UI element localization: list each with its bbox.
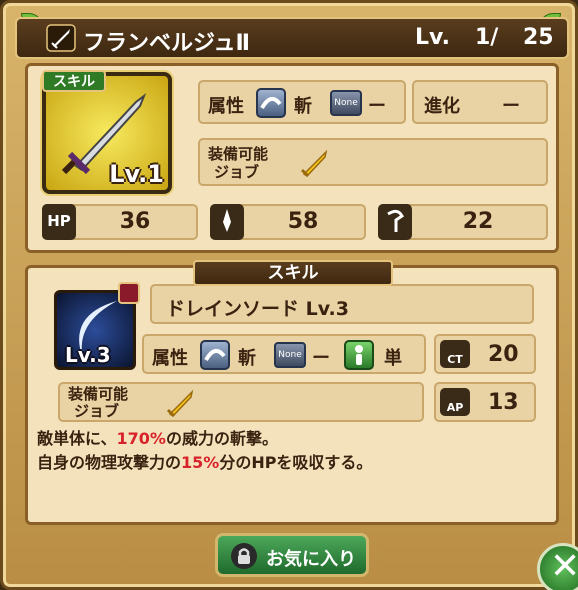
skill-panel: Lv.3 ドレインソード Lv.3 属性 斬 None ー 単 CT 20 装備…	[25, 265, 559, 525]
skill-name: ドレインソード Lv.3	[166, 298, 349, 320]
skill-job-label-line2: ジョブ	[74, 402, 120, 420]
evolve-label: 進化	[424, 96, 460, 117]
attack-stat: 58	[210, 204, 366, 240]
skill-gem-icon	[118, 282, 140, 304]
evolve-value: ー	[502, 96, 520, 117]
level-label: Lv.	[415, 25, 450, 50]
weapon-card-level: Lv.1	[109, 160, 164, 188]
hp-value: 36	[119, 209, 151, 234]
ap-cell: AP 13	[434, 382, 536, 422]
ap-icon: AP	[440, 388, 470, 416]
magic-value: 22	[462, 209, 494, 234]
ct-icon: CT	[440, 340, 470, 368]
close-x-icon: ✕	[550, 546, 578, 587]
weapon-name: フランベルジュⅡ	[83, 31, 250, 56]
magic-stat: 22	[378, 204, 548, 240]
none-badge: None	[330, 90, 362, 116]
none-value: ー	[368, 96, 386, 117]
skill-description: 敵単体に、170%の威力の斬撃。 自身の物理攻撃力の15%分のHPを吸収する。	[37, 427, 547, 475]
skill-none-value: ー	[312, 348, 330, 369]
skill-job-cell: 装備可能 ジョブ	[58, 382, 424, 422]
attribute-label: 属性	[208, 96, 244, 117]
job-label-line2: ジョブ	[214, 163, 260, 181]
ap-value: 13	[488, 390, 519, 415]
favorite-label: お気に入り	[266, 549, 356, 570]
description-line-2: 自身の物理攻撃力の15%分のHPを吸収する。	[37, 453, 373, 472]
sword-job-icon	[300, 149, 328, 178]
skill-attribute-label: 属性	[152, 348, 188, 369]
close-button[interactable]: ✕	[537, 543, 578, 590]
ct-cell: CT 20	[434, 334, 536, 374]
weapon-info-panel: スキル Lv.1 属性 斬 None ー 進化 ー 装備可能 ジョブ HP 36…	[25, 63, 559, 253]
skill-job-label-line1: 装備可能	[68, 385, 129, 403]
single-target-icon	[344, 340, 374, 370]
level-current: 1/	[475, 25, 499, 50]
none-badge: None	[274, 342, 306, 368]
drain-percent: 15%	[181, 453, 220, 472]
level-max: 25	[523, 25, 554, 50]
weapon-card[interactable]: スキル Lv.1	[42, 70, 172, 194]
skill-card-level: Lv.3	[65, 343, 111, 367]
lock-icon	[231, 543, 257, 569]
slash-icon	[200, 340, 230, 370]
skill-attribute-cell: 属性 斬 None ー 単	[142, 334, 426, 374]
weapon-detail-window: フランベルジュⅡ Lv. 1/ 25 スキル Lv.1 属性 斬 None ー	[0, 0, 578, 590]
sword-job-icon	[166, 389, 194, 418]
skill-name-cell: ドレインソード Lv.3	[150, 284, 534, 324]
attack-value: 58	[287, 209, 319, 234]
job-label-line1: 装備可能	[208, 145, 269, 163]
equippable-job-cell: 装備可能 ジョブ	[198, 138, 548, 186]
damage-percent: 170%	[116, 429, 166, 448]
slash-icon	[256, 88, 286, 118]
description-line-1: 敵単体に、170%の威力の斬撃。	[37, 429, 278, 448]
sword-icon	[46, 24, 76, 52]
attribute-cell: 属性 斬 None ー	[198, 80, 406, 124]
skill-attribute-value: 斬	[238, 348, 256, 369]
skill-target-value: 単	[384, 348, 402, 369]
hp-stat: HP 36	[42, 204, 198, 240]
title-bar: フランベルジュⅡ Lv. 1/ 25	[15, 17, 569, 59]
skill-section-header: スキル	[193, 260, 393, 286]
favorite-button[interactable]: お気に入り	[215, 533, 369, 577]
ct-value: 20	[488, 342, 519, 367]
attribute-value: 斬	[294, 96, 312, 117]
evolve-cell: 進化 ー	[412, 80, 548, 124]
